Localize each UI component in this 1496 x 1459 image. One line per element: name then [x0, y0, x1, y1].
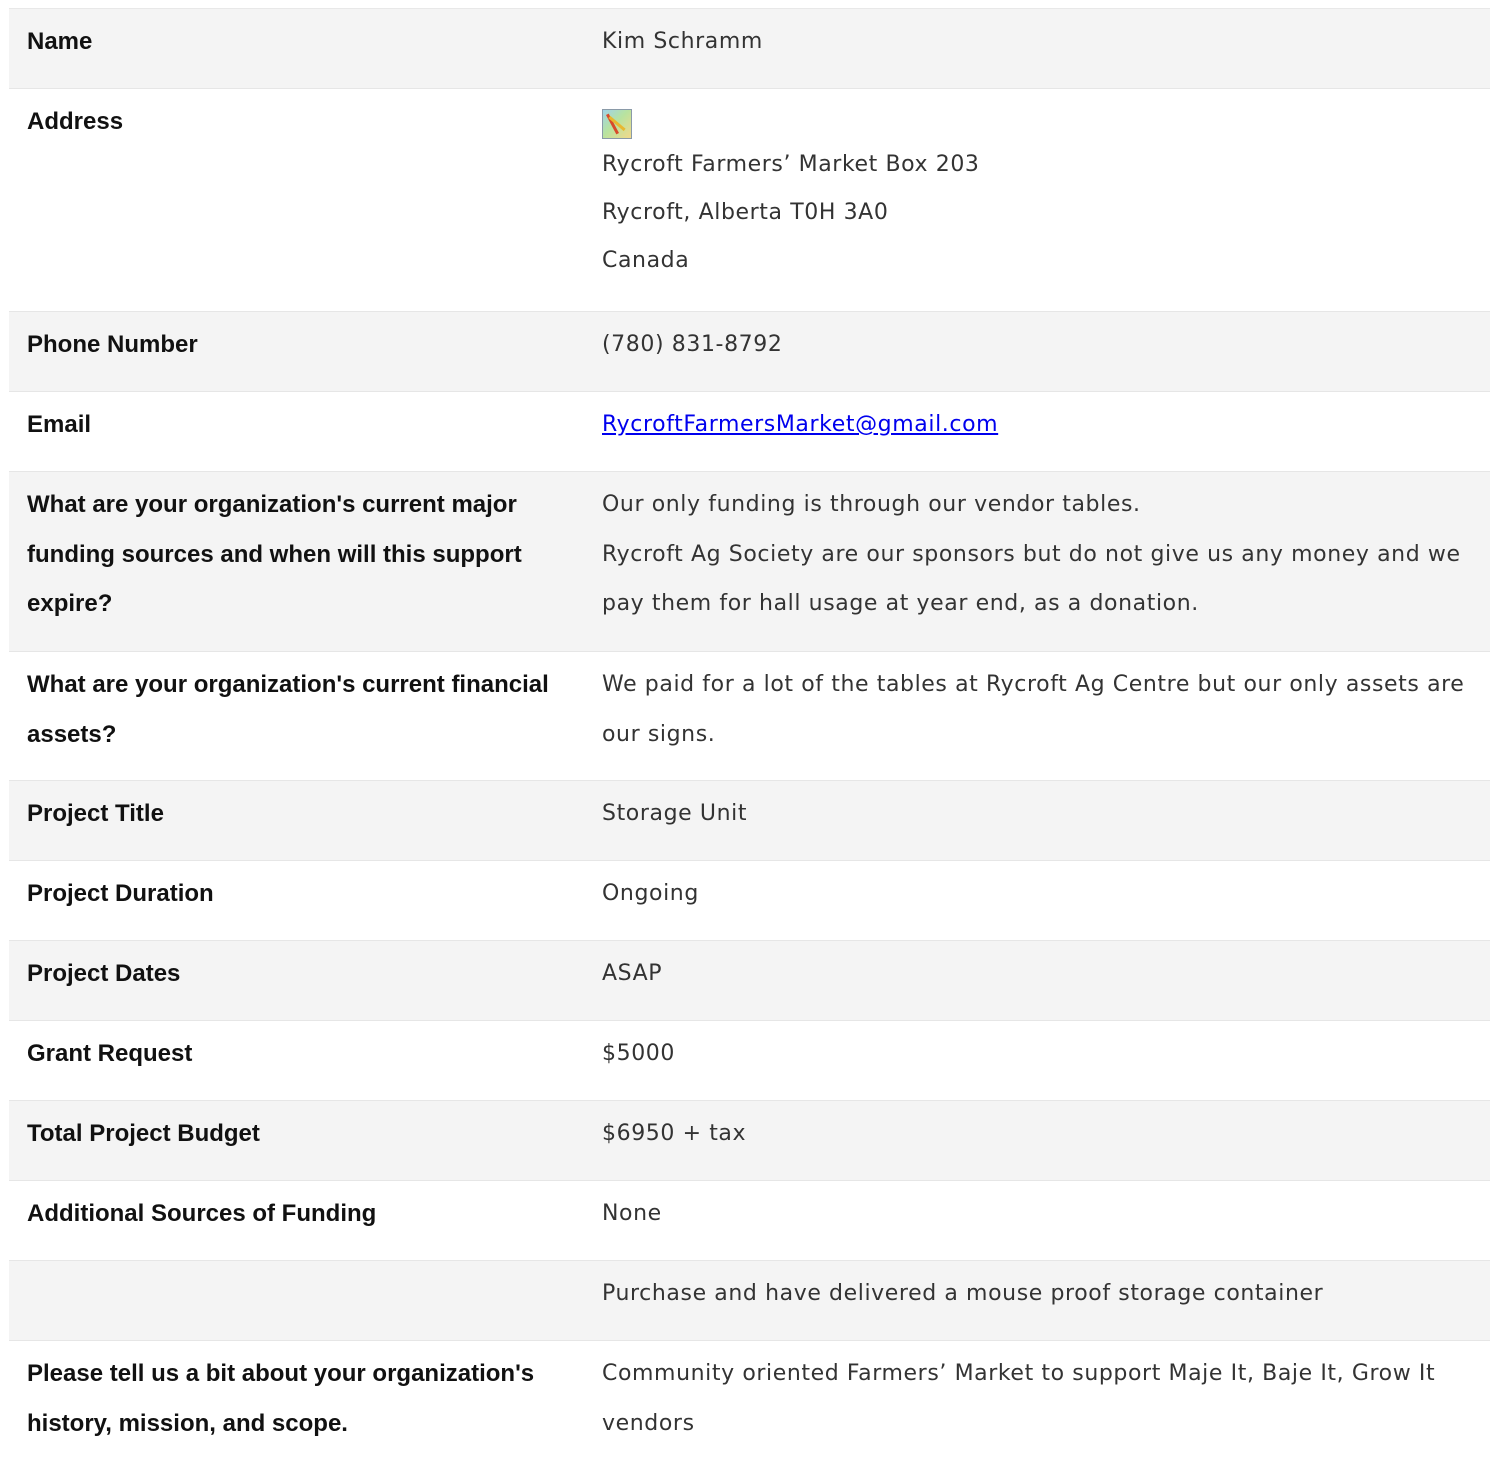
table-row: Phone Number (780) 831-8792 — [9, 312, 1490, 392]
table-row: Additional Sources of Funding None — [9, 1181, 1490, 1261]
address-line: Rycroft Farmers’ Market Box 203 — [602, 152, 980, 177]
table-row: Project Dates ASAP — [9, 941, 1490, 1021]
row-value: $6950 + tax — [602, 1121, 747, 1146]
row-label: Additional Sources of Funding — [27, 1200, 377, 1227]
row-label: Email — [27, 411, 92, 438]
email-value: RycroftFarmersMarket@gmail.com — [583, 384, 1490, 471]
table-row: Name Kim Schramm — [9, 9, 1490, 89]
row-label: Phone Number — [27, 331, 198, 358]
address-line: Rycroft, Alberta T0H 3A0 — [602, 200, 889, 225]
table-row: Purchase and have delivered a mouse proo… — [9, 1261, 1490, 1341]
row-value: Community oriented Farmers’ Market to su… — [602, 1361, 1436, 1436]
row-label: What are your organization's current fin… — [27, 671, 549, 748]
row-label: Address — [27, 108, 124, 135]
row-value: ASAP — [602, 961, 663, 986]
table-row: What are your organization's current fin… — [9, 652, 1490, 781]
row-label: Please tell us a bit about your organiza… — [27, 1360, 535, 1437]
map-icon[interactable] — [602, 109, 632, 139]
row-value: Ongoing — [602, 881, 699, 906]
email-link[interactable]: RycroftFarmersMarket@gmail.com — [602, 412, 998, 437]
row-label: What are your organization's current maj… — [27, 491, 522, 617]
row-label: Total Project Budget — [27, 1120, 260, 1147]
value-line: Rycroft Ag Society are our sponsors but … — [602, 541, 1461, 617]
row-value: $5000 — [602, 1041, 675, 1066]
address-value: Rycroft Farmers’ Market Box 203 Rycroft,… — [583, 81, 1490, 311]
row-label: Name — [27, 28, 93, 55]
table-row: Email RycroftFarmersMarket@gmail.com — [9, 392, 1490, 472]
details-table: Name Kim Schramm Address Rycroft Farmers… — [9, 8, 1490, 1459]
table-row: Project Duration Ongoing — [9, 861, 1490, 941]
row-value: Our only funding is through our vendor t… — [583, 464, 1490, 651]
row-label: Grant Request — [27, 1040, 193, 1067]
table-row: Grant Request $5000 — [9, 1021, 1490, 1101]
row-label: Project Duration — [27, 880, 214, 907]
table-row: Project Title Storage Unit — [9, 781, 1490, 861]
table-row: Total Project Budget $6950 + tax — [9, 1101, 1490, 1181]
value-line: Our only funding is through our vendor t… — [602, 492, 1141, 517]
phone-value: (780) 831-8792 — [602, 332, 783, 357]
row-value: None — [602, 1201, 662, 1226]
table-row: What are your organization's current maj… — [9, 472, 1490, 652]
table-row: Please tell us a bit about your organiza… — [9, 1341, 1490, 1459]
row-value: Storage Unit — [602, 801, 748, 826]
row-label — [9, 1253, 583, 1340]
row-value: We paid for a lot of the tables at Rycro… — [602, 672, 1465, 747]
row-label: Project Title — [27, 800, 164, 827]
table-row: Address Rycroft Farmers’ Market Box 203 … — [9, 89, 1490, 312]
row-label: Project Dates — [27, 960, 181, 987]
row-value: Kim Schramm — [602, 29, 763, 54]
row-value: Purchase and have delivered a mouse proo… — [602, 1281, 1324, 1306]
address-line: Canada — [602, 248, 690, 273]
